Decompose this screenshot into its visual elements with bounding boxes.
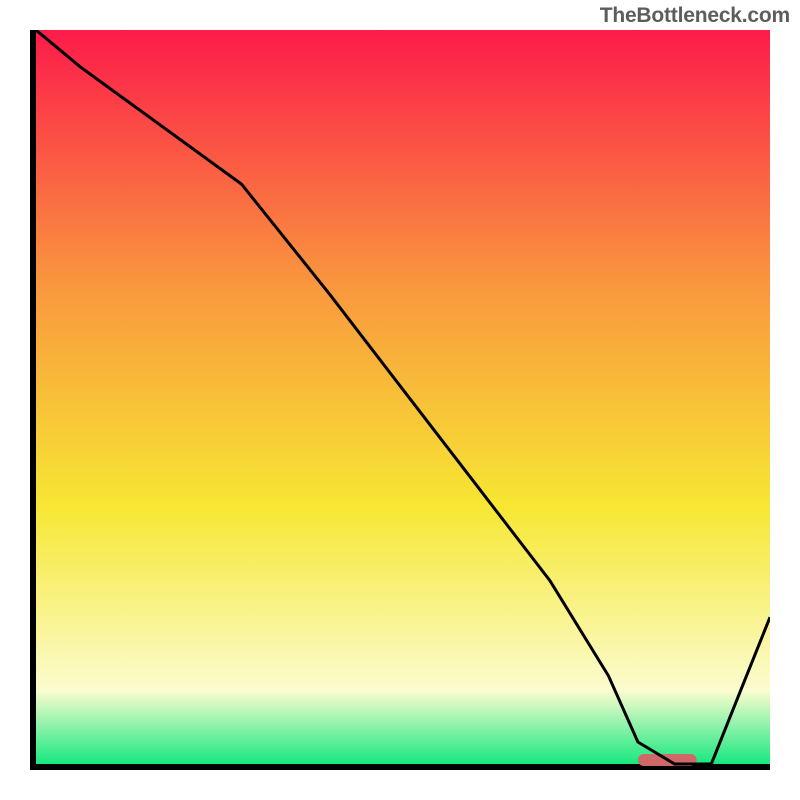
watermark-text: TheBottleneck.com: [600, 4, 790, 28]
chart-plot-area: [36, 30, 770, 770]
gradient-background: [36, 30, 770, 764]
